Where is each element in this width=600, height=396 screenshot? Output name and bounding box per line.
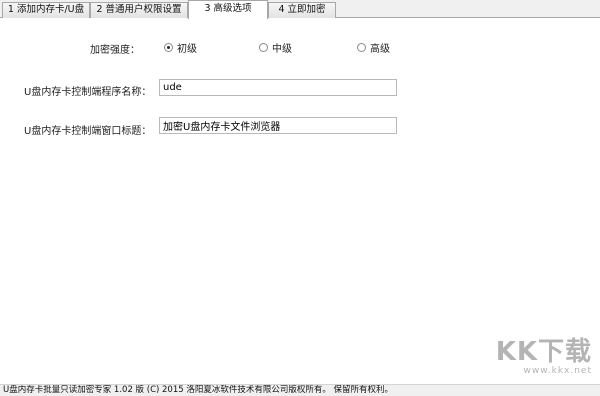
tab-bar: 1 添加内存卡/U盘 2 普通用户权限设置 3 高级选项 4 立即加密 — [0, 0, 600, 19]
radio-unchecked-icon — [259, 43, 268, 52]
window-title-input[interactable] — [159, 117, 397, 134]
program-name-label: U盘内存卡控制端程序名称： — [24, 87, 152, 98]
program-name-input[interactable] — [159, 79, 397, 96]
status-bar: U盘内存卡批量只读加密专家 1.02 版 (C) 2015 洛阳夏冰软件技术有限… — [0, 384, 600, 396]
tab-user-permissions[interactable]: 2 普通用户权限设置 — [90, 2, 188, 18]
window-title-label: U盘内存卡控制端窗口标题： — [24, 126, 152, 137]
radio-level-basic[interactable]: 初级 — [164, 40, 197, 55]
watermark: KK下载 www.kkx.net — [496, 338, 592, 376]
tab-add-card[interactable]: 1 添加内存卡/U盘 — [2, 2, 90, 18]
encryption-strength-label: 加密强度： — [90, 45, 140, 56]
radio-label-advanced: 高级 — [370, 44, 390, 55]
radio-checked-icon — [164, 43, 173, 52]
watermark-url: www.kkx.net — [523, 366, 592, 376]
radio-label-medium: 中级 — [272, 44, 292, 55]
tab-advanced-options[interactable]: 3 高级选项 — [188, 0, 268, 19]
tab-encrypt-now[interactable]: 4 立即加密 — [268, 2, 336, 18]
advanced-options-panel: 加密强度： 初级 中级 高级 U盘内存卡控制端程序名称： U盘内存卡控制端窗口标… — [0, 18, 600, 384]
radio-level-medium[interactable]: 中级 — [259, 40, 292, 55]
watermark-logo: KK下载 — [495, 337, 592, 367]
status-bar-text: U盘内存卡批量只读加密专家 1.02 版 (C) 2015 洛阳夏冰软件技术有限… — [3, 385, 394, 395]
radio-level-advanced[interactable]: 高级 — [357, 40, 390, 55]
radio-unchecked-icon — [357, 43, 366, 52]
radio-label-basic: 初级 — [177, 44, 197, 55]
